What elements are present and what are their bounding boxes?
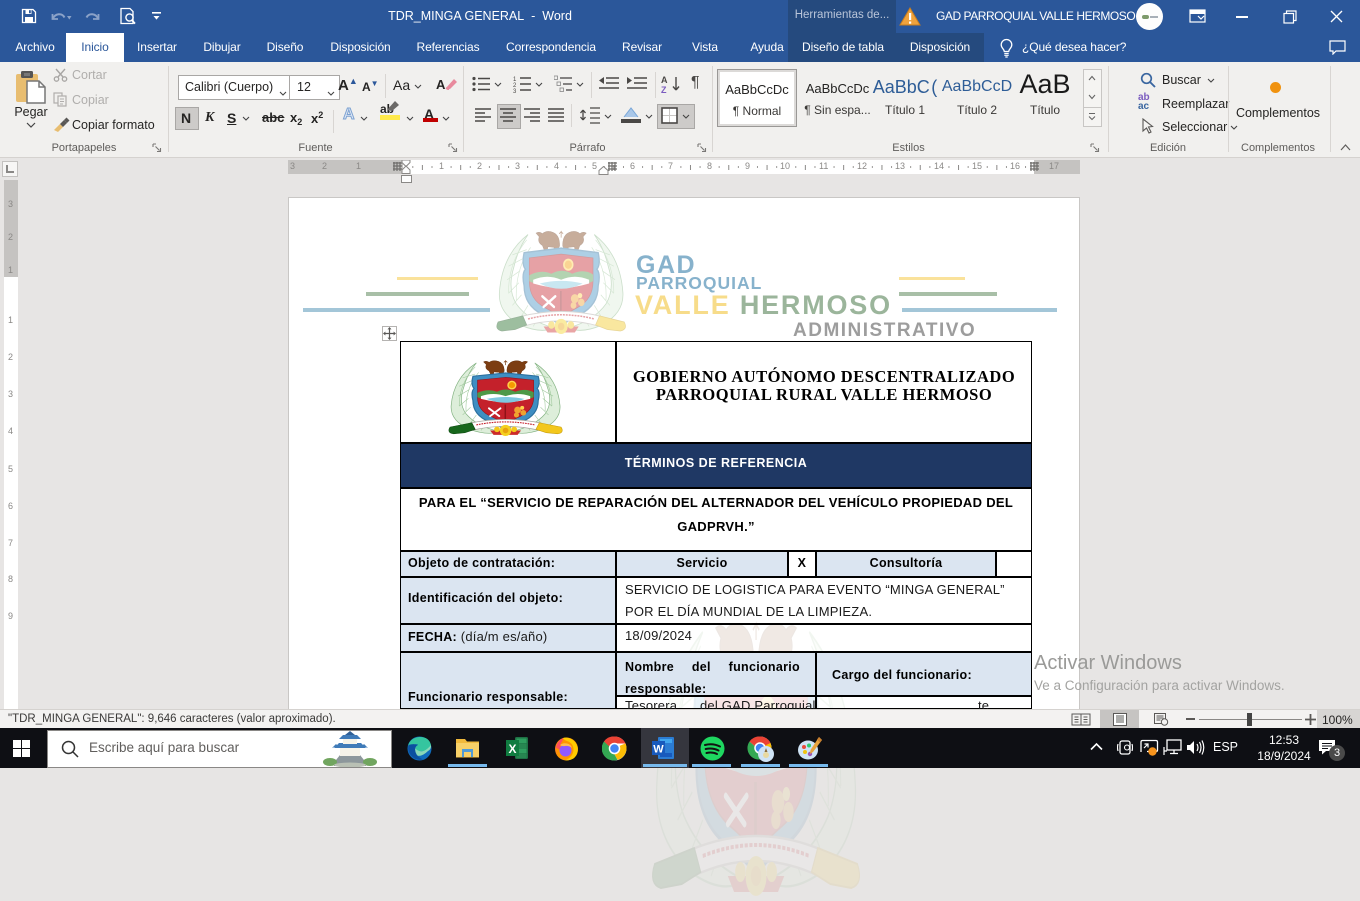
svg-text:3: 3 [513, 89, 517, 93]
svg-text:Z: Z [661, 85, 667, 94]
svg-text:X: X [508, 742, 516, 756]
svg-text:A: A [661, 75, 668, 85]
svg-text:W: W [653, 744, 664, 756]
